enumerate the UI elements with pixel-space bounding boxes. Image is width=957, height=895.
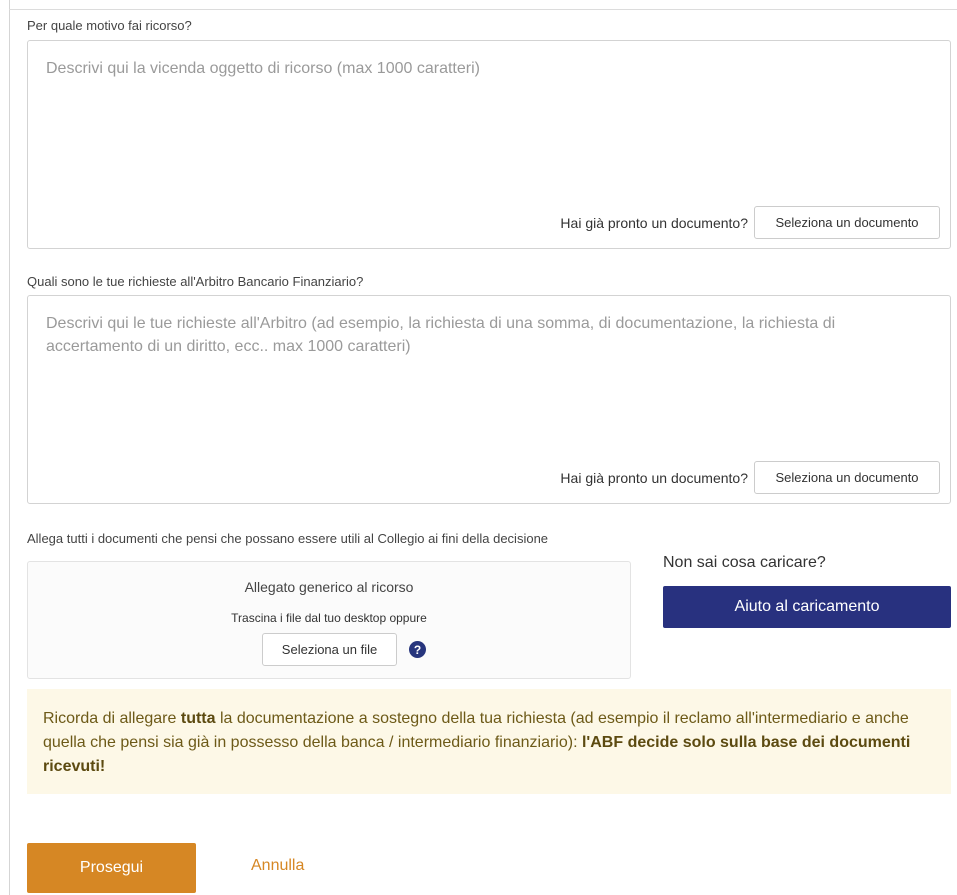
frame-left-border	[9, 0, 10, 895]
requests-doc-question: Hai già pronto un documento?	[560, 469, 748, 486]
reason-box: Hai già pronto un documento? Seleziona u…	[27, 40, 951, 249]
attachment-drop-zone[interactable]: Allegato generico al ricorso Trascina i …	[27, 561, 631, 679]
requests-label: Quali sono le tue richieste all'Arbitro …	[27, 274, 364, 289]
dropzone-title: Allegato generico al ricorso	[244, 579, 414, 595]
cancel-link[interactable]: Annulla	[251, 857, 304, 875]
notice-text-1: Ricorda di allegare	[43, 710, 181, 727]
reminder-notice: Ricorda di allegare tutta la documentazi…	[27, 689, 951, 794]
reason-document-row: Hai già pronto un documento? Seleziona u…	[560, 206, 940, 239]
dropzone-actions: Seleziona un file ?	[262, 633, 426, 666]
reason-textarea[interactable]	[46, 57, 932, 167]
continue-button[interactable]: Prosegui	[27, 843, 196, 893]
requests-document-row: Hai già pronto un documento? Seleziona u…	[560, 461, 940, 494]
question-circle-icon[interactable]: ?	[409, 641, 426, 658]
requests-box: Hai già pronto un documento? Seleziona u…	[27, 295, 951, 504]
upload-help-question: Non sai cosa caricare?	[663, 554, 826, 571]
reason-doc-question: Hai già pronto un documento?	[560, 214, 748, 231]
dropzone-hint: Trascina i file dal tuo desktop oppure	[231, 611, 427, 625]
reason-label: Per quale motivo fai ricorso?	[27, 18, 192, 33]
upload-help-button[interactable]: Aiuto al caricamento	[663, 586, 951, 628]
frame-top-border	[9, 9, 957, 10]
requests-select-document-button[interactable]: Seleziona un documento	[754, 461, 940, 494]
requests-textarea[interactable]	[46, 312, 932, 422]
reason-select-document-button[interactable]: Seleziona un documento	[754, 206, 940, 239]
select-file-button[interactable]: Seleziona un file	[262, 633, 397, 666]
notice-bold-1: tutta	[180, 710, 216, 727]
attachments-label: Allega tutti i documenti che pensi che p…	[27, 531, 549, 546]
